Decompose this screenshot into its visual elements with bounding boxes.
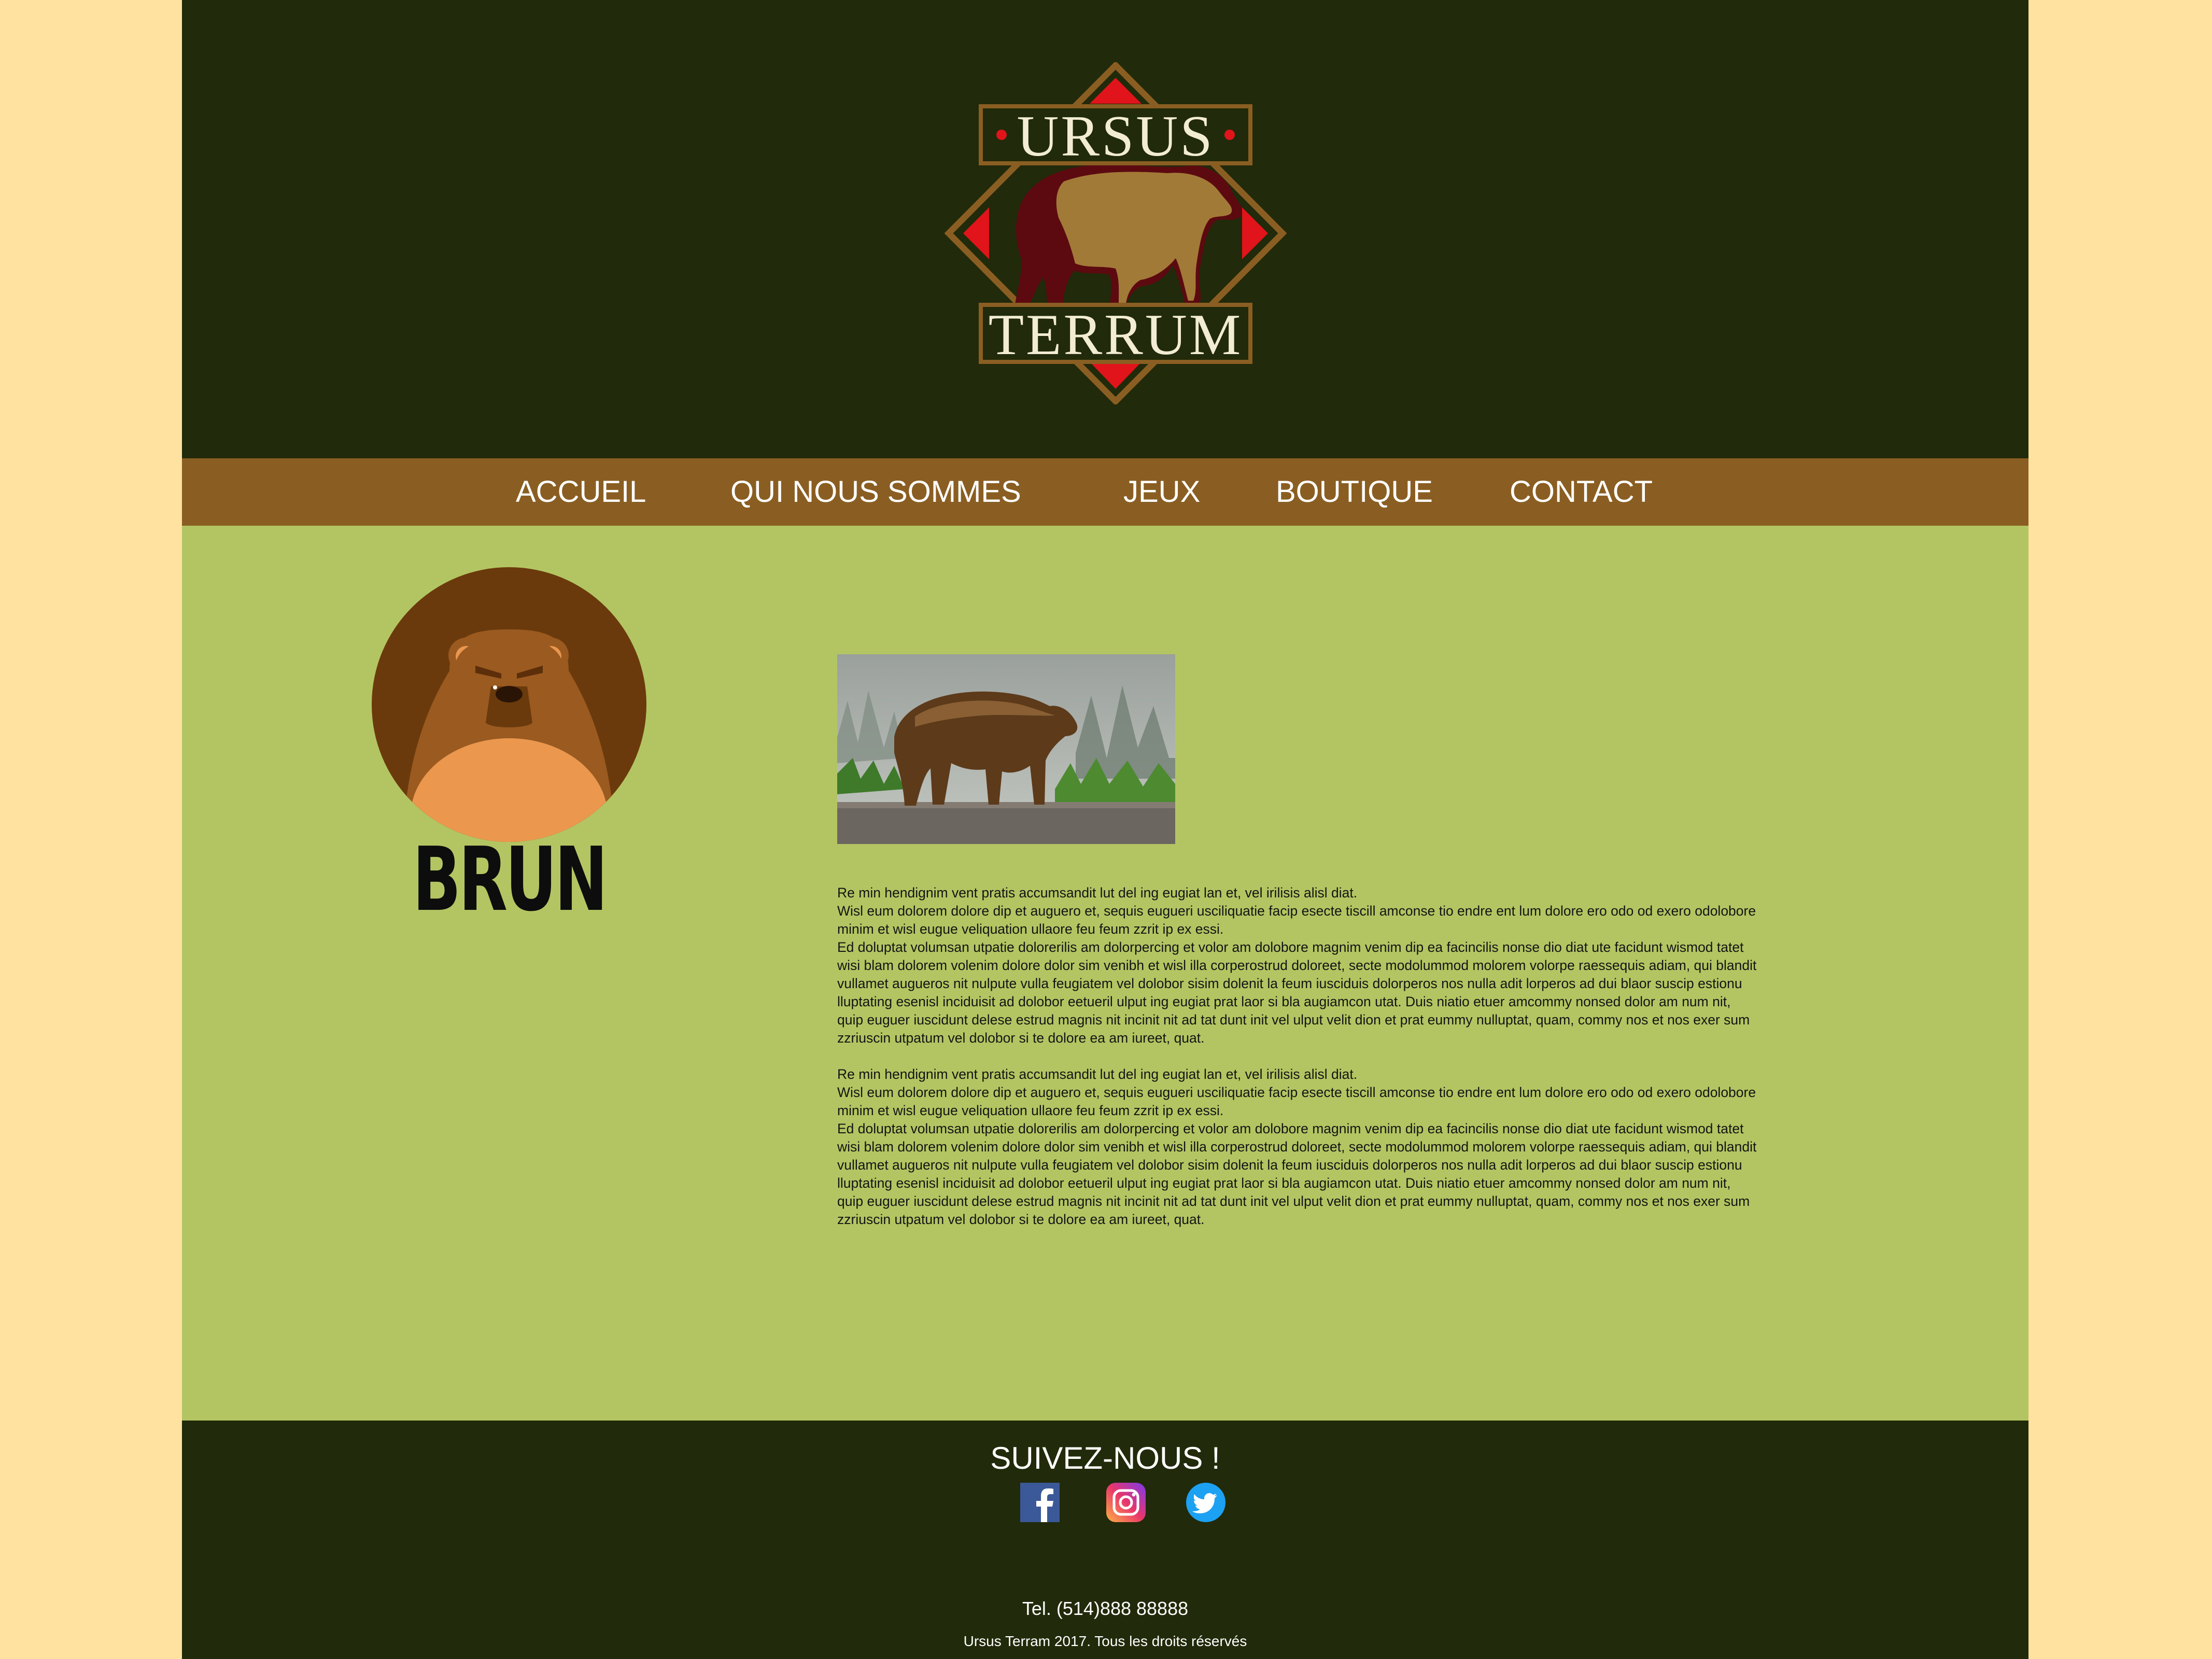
brown-bear-photo xyxy=(837,654,1175,844)
nav-item-qui-nous-sommes[interactable]: QUI NOUS SOMMES xyxy=(730,458,1021,526)
twitter-icon[interactable] xyxy=(1186,1483,1225,1522)
site-header: URSUS TERRUM xyxy=(182,0,2028,458)
paragraph-line: zzriuscin utpatum vel dolobor si te dolo… xyxy=(837,1212,1205,1227)
paragraph-line: Wisl eum dolorem dolore dip et auguero e… xyxy=(837,903,1756,919)
paragraph-line: Ed doluptat volumsan utpatie dolorerilis… xyxy=(837,1121,1744,1136)
nav-item-accueil[interactable]: ACCUEIL xyxy=(516,458,646,526)
paragraph-line: minim et wisl eugue veliquation ullaore … xyxy=(837,921,1224,937)
paragraph-line: vullamet augueros nit nulpute vulla feug… xyxy=(837,976,1742,991)
paragraph-line: Wisl eum dolorem dolore dip et auguero e… xyxy=(837,1085,1756,1100)
brown-bear-face-icon xyxy=(372,567,646,842)
paragraph-line: lluptating esenisl inciduisit ad dolobor… xyxy=(837,994,1731,1009)
paragraph-line: wisi blam dolorem volenim dolore dolor s… xyxy=(837,958,1757,973)
facebook-icon[interactable] xyxy=(1020,1483,1060,1522)
page: URSUS TERRUM ACCUEIL QUI NOUS SOMMES JEU… xyxy=(182,0,2028,1659)
main-nav: ACCUEIL QUI NOUS SOMMES JEUX BOUTIQUE CO… xyxy=(182,458,2028,526)
phone-number: Tel. (514)888 88888 xyxy=(1022,1598,1189,1619)
paragraph-line: wisi blam dolorem volenim dolore dolor s… xyxy=(837,1139,1757,1155)
paragraph-line: lluptating esenisl inciduisit ad dolobor… xyxy=(837,1175,1731,1191)
body-paragraph-2: Re min hendignim vent pratis accumsandit… xyxy=(837,1065,1812,1229)
nav-item-jeux[interactable]: JEUX xyxy=(1123,458,1200,526)
site-footer: SUIVEZ-NOUS ! Tel. (514)888 88888 Ursus … xyxy=(182,1421,2028,1659)
paragraph-line: quip euguer iuscidunt delese estrud magn… xyxy=(837,1012,1750,1028)
paragraph-line: minim et wisl eugue veliquation ullaore … xyxy=(837,1103,1224,1118)
body-paragraph-1: Re min hendignim vent pratis accumsandit… xyxy=(837,884,1812,1047)
paragraph-line: Ed doluptat volumsan utpatie dolorerilis… xyxy=(837,939,1744,955)
paragraph-line: Re min hendignim vent pratis accumsandit… xyxy=(837,1066,1358,1082)
paragraph-line: Re min hendignim vent pratis accumsandit… xyxy=(837,885,1358,901)
paragraph-line: quip euguer iuscidunt delese estrud magn… xyxy=(837,1193,1750,1209)
paragraph-line: zzriuscin utpatum vel dolobor si te dolo… xyxy=(837,1030,1205,1046)
follow-us-heading: SUIVEZ-NOUS ! xyxy=(990,1441,1220,1475)
paragraph-line: vullamet augueros nit nulpute vulla feug… xyxy=(837,1157,1742,1173)
instagram-icon[interactable] xyxy=(1106,1483,1146,1522)
logo-word-ursus: URSUS xyxy=(1017,104,1214,168)
nav-item-boutique[interactable]: BOUTIQUE xyxy=(1276,458,1433,526)
copyright-notice: Ursus Terram 2017. Tous les droits réser… xyxy=(963,1633,1247,1649)
bear-name-title: BRUN xyxy=(412,828,608,931)
ursus-terrum-logo[interactable]: URSUS TERRUM xyxy=(945,62,1287,404)
logo-word-terrum: TERRUM xyxy=(989,303,1243,367)
nav-item-contact[interactable]: CONTACT xyxy=(1510,458,1653,526)
